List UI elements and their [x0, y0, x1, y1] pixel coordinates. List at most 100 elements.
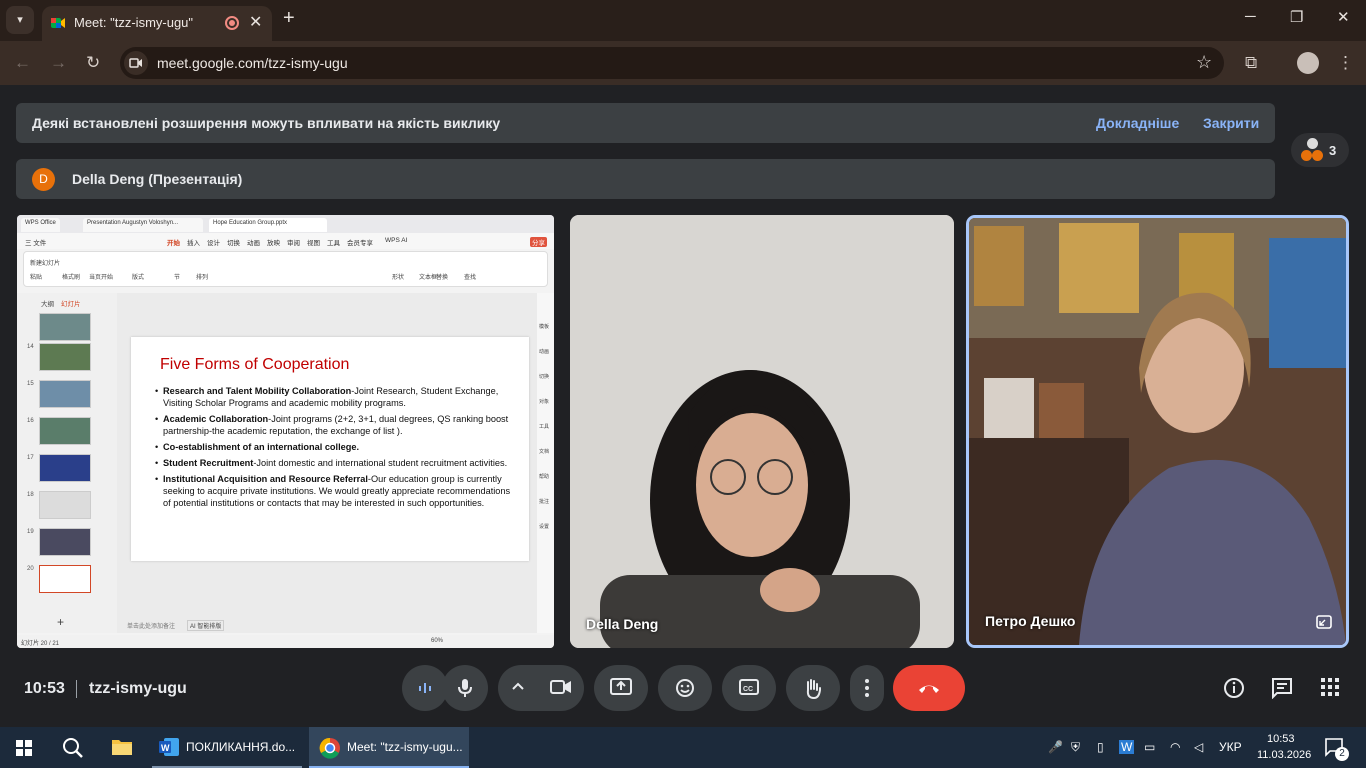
extensions-puzzle-icon[interactable]: ⧉ [1245, 53, 1257, 73]
shield-tray-icon[interactable]: ⛨ [1071, 740, 1080, 755]
usb-tray-icon[interactable]: ▯ [1097, 740, 1104, 754]
microphone-button[interactable] [442, 665, 488, 711]
taskbar-date[interactable]: 11.03.2026 [1257, 749, 1311, 761]
wifi-tray-icon[interactable]: ◠ [1170, 740, 1180, 754]
participant-avatar [1312, 150, 1323, 161]
presentation-title: Della Deng (Презентація) [72, 171, 243, 187]
site-info-button[interactable] [124, 51, 148, 75]
notification-count: 2 [1335, 747, 1349, 761]
search-icon[interactable] [62, 737, 84, 759]
more-options-button[interactable] [850, 665, 884, 711]
slide-thumbnail-active[interactable] [39, 565, 91, 593]
banner-close-button[interactable]: Закрити [1203, 115, 1259, 131]
maximize-button[interactable]: ❐ [1290, 8, 1303, 26]
microphone-tray-icon[interactable]: 🎤 [1048, 740, 1063, 754]
slide-number: 16 [27, 418, 34, 424]
reactions-button[interactable] [658, 665, 712, 711]
slide-thumbnail[interactable] [39, 417, 91, 445]
slide-thumbnail[interactable] [39, 454, 91, 482]
hang-up-icon [919, 685, 939, 693]
wps-outline-tab: 大纲 [41, 301, 54, 308]
participant-tile-della[interactable]: Della Deng [570, 215, 954, 648]
chrome-menu-icon[interactable]: ⋮ [1337, 53, 1354, 73]
divider [76, 680, 77, 698]
browser-tab-meet[interactable]: Meet: "tzz-ismy-ugu" ✕ [42, 6, 272, 41]
wps-slide-panel: 大纲 幻灯片 14 15 16 17 18 19 20 + [17, 293, 117, 633]
learn-more-link[interactable]: Докладніше [1096, 115, 1179, 131]
slide-thumbnail[interactable] [39, 380, 91, 408]
back-arrow-icon[interactable]: ← [14, 53, 31, 73]
slide-number: 18 [27, 492, 34, 498]
wps-side-tool: 模板 [539, 324, 550, 330]
add-slide-button[interactable]: + [57, 615, 64, 629]
captions-icon: CC [739, 679, 759, 695]
wps-ribbon-item: 当页开始 [89, 275, 114, 281]
wps-tab: WPS Office [21, 218, 60, 232]
fullscreen-icon[interactable] [1316, 615, 1332, 629]
slide-bullet: Academic Collaboration-Joint programs (2… [155, 413, 515, 437]
camera-button[interactable] [498, 665, 584, 711]
current-slide: Five Forms of Cooperation Research and T… [131, 337, 529, 561]
new-tab-button[interactable]: + [283, 7, 295, 30]
wps-ribbon-item: 版式 [132, 275, 145, 281]
wps-side-tool: 文档 [539, 449, 550, 455]
bookmark-star-icon[interactable]: ☆ [1196, 52, 1212, 73]
slide-thumbnail[interactable] [39, 491, 91, 519]
participants-button[interactable]: 3 [1291, 133, 1349, 167]
camera-icon [550, 680, 571, 694]
slide-bullet: Research and Talent Mobility Collaborati… [155, 385, 515, 409]
wps-ribbon-item: 节 [174, 275, 181, 281]
taskbar-chrome-button[interactable]: Meet: "tzz-ismy-ugu... [309, 727, 469, 768]
slide-thumbnail[interactable] [39, 528, 91, 556]
wps-right-toolbar: 模板 动画 切换 对象 工具 文档 帮助 批注 设置 [537, 293, 554, 633]
window-close-button[interactable]: ✕ [1337, 8, 1350, 26]
word-icon: W [159, 738, 179, 756]
slide-thumbnail[interactable] [39, 343, 91, 371]
chat-icon[interactable] [1271, 677, 1293, 699]
participant-name: Della Deng [586, 616, 659, 632]
wps-tab: Presentation Augustyn Voloshyn... [83, 218, 203, 232]
wps-side-tool: 帮助 [539, 474, 550, 480]
browser-tabstrip: ▾ Meet: "tzz-ismy-ugu" ✕ + ─ ❐ ✕ [0, 0, 1366, 41]
file-explorer-icon[interactable] [111, 737, 133, 757]
meeting-info-icon[interactable] [1223, 677, 1245, 699]
language-indicator[interactable]: УКР [1219, 740, 1242, 754]
volume-tray-icon[interactable]: ◁ [1194, 740, 1203, 754]
raise-hand-button[interactable] [786, 665, 840, 711]
url-text: meet.google.com/tzz-ismy-ugu [157, 55, 348, 71]
wps-menu-item: 设计 [207, 240, 220, 247]
wps-side-tool: 批注 [539, 499, 550, 505]
participant-tile-petro[interactable]: Петро Дешко [966, 215, 1349, 648]
participant-name: Петро Дешко [985, 613, 1076, 629]
present-screen-button[interactable] [594, 665, 648, 711]
profile-avatar[interactable] [1297, 52, 1319, 74]
slide-bullet: Student Recruitment-Joint domestic and i… [155, 457, 515, 469]
taskbar-word-button[interactable]: W ПОКЛИКАННЯ.do... [152, 727, 302, 768]
wps-menu-item: 开始 [167, 240, 180, 247]
tab-search-button[interactable]: ▾ [6, 6, 34, 34]
bullet-bold-text: Co-establishment of an international col… [163, 442, 360, 452]
address-bar[interactable]: meet.google.com/tzz-ismy-ugu ☆ [120, 47, 1224, 79]
screen-share-tile[interactable]: WPS Office Presentation Augustyn Voloshy… [17, 215, 554, 648]
close-tab-icon[interactable]: ✕ [249, 12, 262, 32]
participant-avatar [1307, 138, 1318, 149]
wps-tray-icon[interactable]: W [1119, 740, 1135, 754]
forward-arrow-icon[interactable]: → [50, 53, 67, 73]
meeting-clock: 10:53 [24, 680, 65, 697]
battery-tray-icon[interactable]: ▭ [1144, 740, 1155, 754]
wps-ribbon-item: 替换 [436, 275, 449, 281]
wps-ribbon-item: 形状 [392, 275, 405, 281]
minimize-button[interactable]: ─ [1245, 8, 1256, 25]
microphone-icon [458, 679, 472, 697]
slide-thumbnail[interactable] [39, 313, 91, 341]
reload-icon[interactable]: ↻ [86, 53, 100, 73]
windows-start-icon[interactable] [16, 740, 32, 756]
wps-side-tool: 切换 [539, 374, 550, 380]
captions-button[interactable]: CC [722, 665, 776, 711]
leave-call-button[interactable] [893, 665, 965, 711]
activities-grid-icon[interactable] [1320, 677, 1340, 697]
wps-side-tool: 对象 [539, 399, 550, 405]
wps-side-tool: 工具 [539, 424, 550, 430]
taskbar-time[interactable]: 10:53 [1267, 733, 1295, 745]
meeting-controls: 10:53 tzz-ismy-ugu CC [0, 660, 1366, 720]
